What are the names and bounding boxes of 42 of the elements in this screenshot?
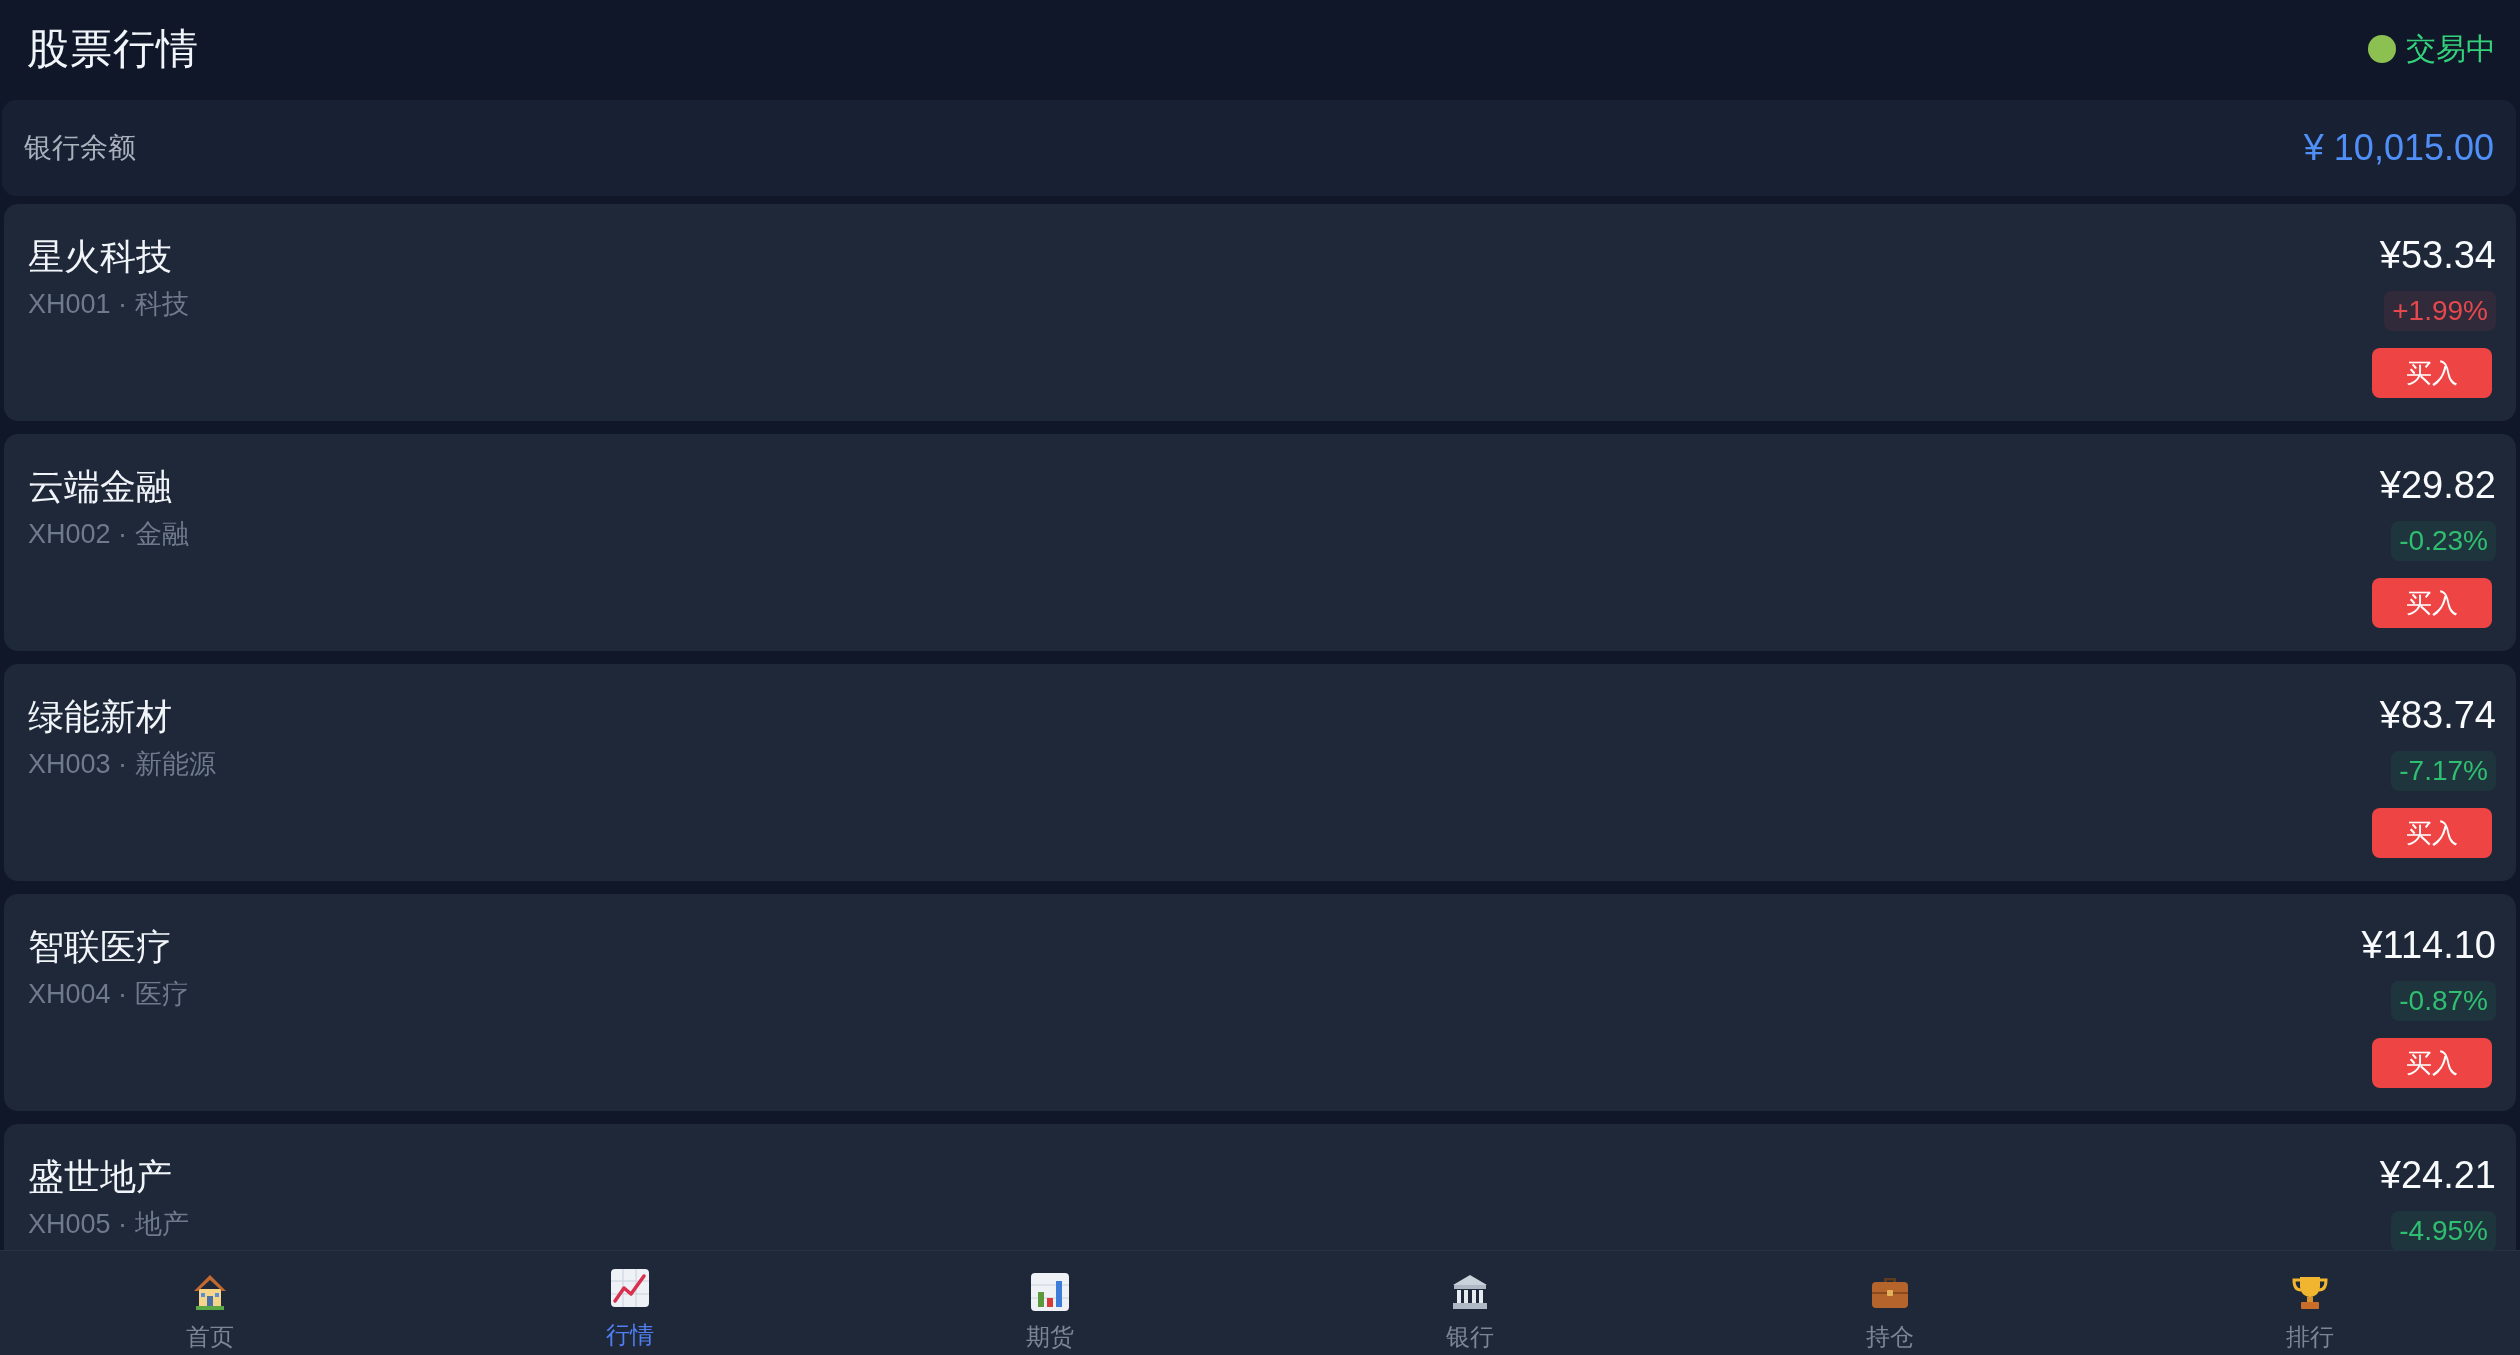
nav-tab[interactable]: 行情 (570, 1251, 690, 1355)
stock-name: 云端金融 (28, 465, 173, 509)
nav-tab[interactable]: 排行 (2250, 1251, 2370, 1355)
stock-name: 盛世地产 (28, 1155, 173, 1199)
stock-name: 智联医疗 (28, 925, 173, 969)
price-change: +1.99% (2384, 291, 2496, 331)
stock-price: ¥83.74 (2379, 693, 2496, 738)
price-change: -0.87% (2391, 981, 2496, 1021)
stock-code: XH005 · 地产 (28, 1208, 189, 1241)
stock-price: ¥24.21 (2379, 1153, 2496, 1198)
nav-tab[interactable]: 持仓 (1830, 1251, 1950, 1355)
nav-tab[interactable]: 期货 (990, 1251, 1110, 1355)
line-chart-icon (610, 1268, 650, 1308)
buy-button[interactable]: 买入 (2372, 578, 2492, 628)
page-title: 股票行情 (27, 24, 199, 74)
nav-tab[interactable]: 首页 (150, 1251, 270, 1355)
stock-name: 绿能新材 (28, 695, 173, 739)
stock-card[interactable]: 云端金融 XH002 · 金融 ¥29.82 -0.23% 买入 (4, 434, 2516, 651)
stock-price: ¥29.82 (2379, 463, 2496, 508)
bank-icon (1450, 1272, 1490, 1312)
buy-button[interactable]: 买入 (2372, 348, 2492, 398)
nav-tab[interactable]: 银行 (1410, 1251, 1530, 1355)
stock-name: 星火科技 (28, 235, 173, 279)
stock-card[interactable]: 盛世地产 XH005 · 地产 ¥24.21 -4.95% (4, 1124, 2516, 1250)
buy-button[interactable]: 买入 (2372, 1038, 2492, 1088)
price-change: -4.95% (2391, 1211, 2496, 1250)
stock-code: XH002 · 金融 (28, 518, 189, 551)
stock-card[interactable]: 星火科技 XH001 · 科技 ¥53.34 +1.99% 买入 (4, 204, 2516, 421)
stock-code: XH001 · 科技 (28, 288, 189, 321)
stock-code: XH004 · 医疗 (28, 978, 189, 1011)
stock-code: XH003 · 新能源 (28, 748, 216, 781)
balance-amount: ¥ 10,015.00 (2303, 127, 2494, 169)
stock-card[interactable]: 智联医疗 XH004 · 医疗 ¥114.10 -0.87% 买入 (4, 894, 2516, 1111)
price-change: -0.23% (2391, 521, 2496, 561)
stock-price: ¥114.10 (2361, 923, 2496, 968)
buy-button[interactable]: 买入 (2372, 808, 2492, 858)
stock-price: ¥53.34 (2379, 233, 2496, 278)
status-label: 交易中 (2406, 30, 2496, 67)
price-change: -7.17% (2391, 751, 2496, 791)
bar-chart-icon (1030, 1272, 1070, 1312)
balance-label: 银行余额 (24, 131, 136, 165)
stock-card[interactable]: 绿能新材 XH003 · 新能源 ¥83.74 -7.17% 买入 (4, 664, 2516, 881)
